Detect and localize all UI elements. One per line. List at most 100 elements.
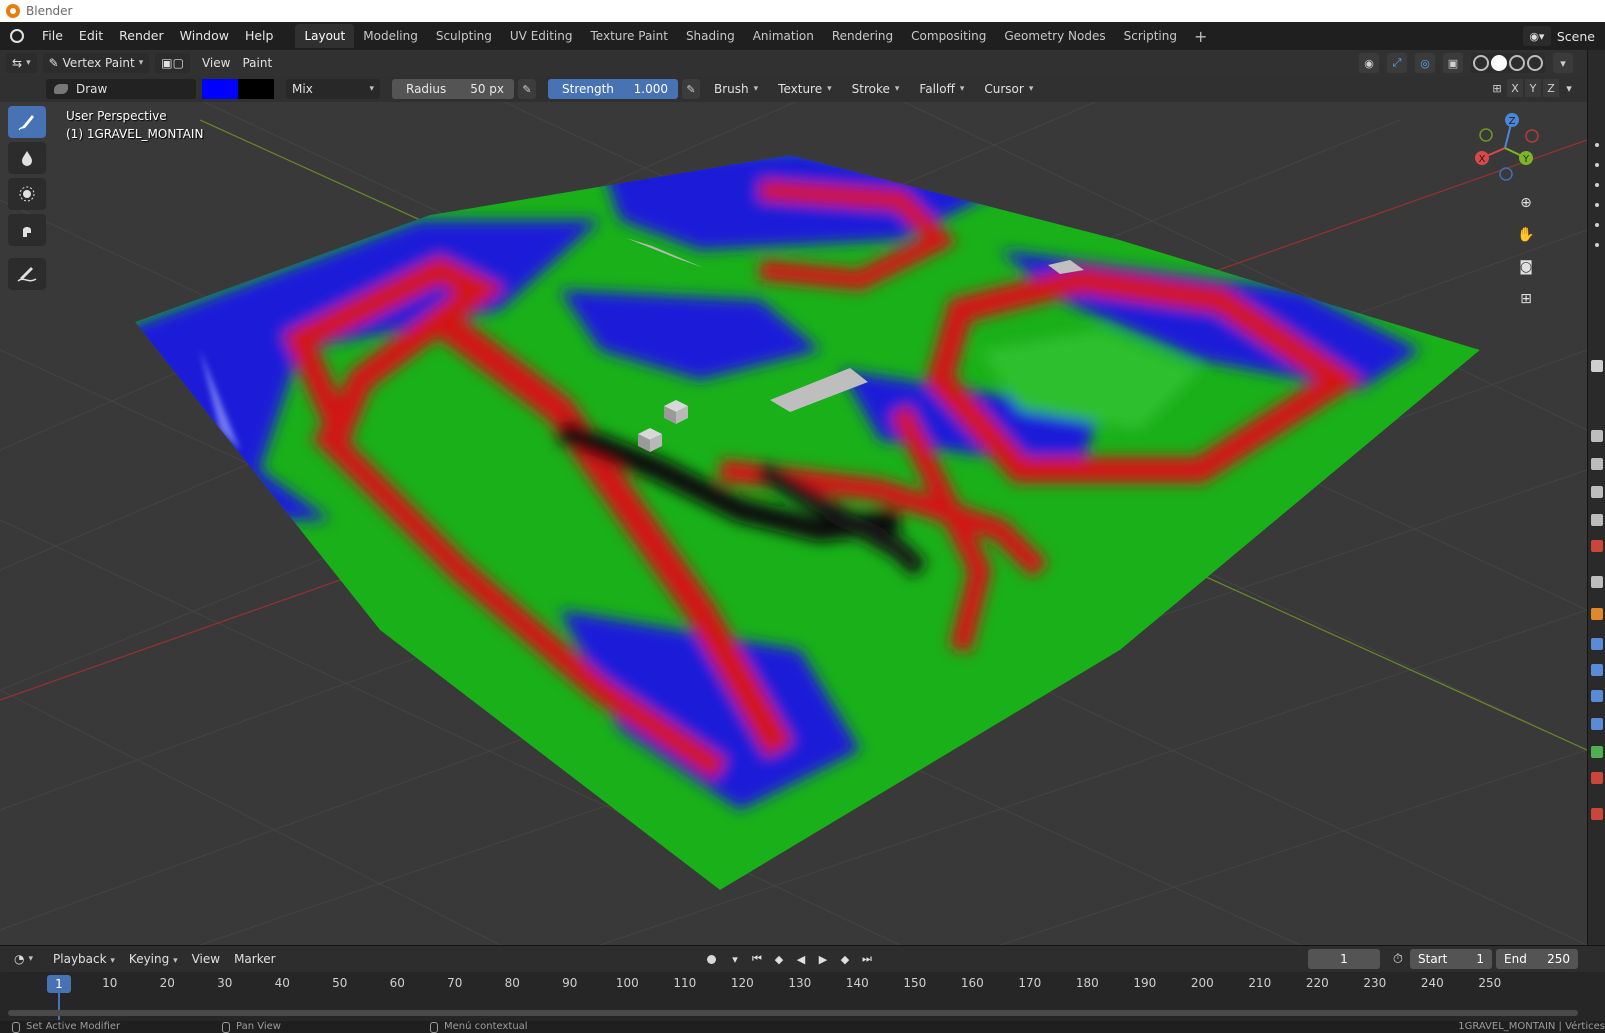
- timeline-menu-view[interactable]: View: [192, 952, 220, 966]
- menu-render[interactable]: Render: [111, 22, 172, 50]
- brush-selector[interactable]: Draw: [46, 79, 196, 99]
- view-layer-icon[interactable]: [1591, 486, 1603, 498]
- gizmo-toggle-icon[interactable]: ⤢: [1387, 53, 1407, 73]
- timeline-menu-keying[interactable]: Keying ▾: [129, 952, 178, 966]
- timeline-menu-playback[interactable]: Playback ▾: [53, 952, 115, 966]
- navigation-gizmo[interactable]: Z X Y: [1475, 113, 1539, 181]
- render-properties-icon[interactable]: [1591, 430, 1603, 442]
- mouse-middle-icon: [222, 1021, 230, 1033]
- play-icon[interactable]: ▶: [814, 949, 832, 969]
- mirror-x-button[interactable]: X: [1507, 79, 1523, 97]
- blender-app-icon: [6, 4, 20, 18]
- tab-uv-editing[interactable]: UV Editing: [501, 24, 582, 48]
- blur-drop-icon[interactable]: [8, 142, 46, 174]
- plus-icon[interactable]: +: [1186, 27, 1215, 46]
- blender-menu-icon[interactable]: [0, 22, 34, 50]
- constraints-icon[interactable]: [1591, 718, 1603, 730]
- menu-file[interactable]: File: [34, 22, 71, 50]
- frame-ruler[interactable]: 1 10 20 30 40 50 60 70 80 90 100 110 120 130 140 150 16…: [0, 972, 1605, 996]
- strength-slider[interactable]: Strength 1.000: [548, 79, 678, 99]
- tab-geometry-nodes[interactable]: Geometry Nodes: [995, 24, 1114, 48]
- end-frame-field[interactable]: End 250: [1496, 949, 1578, 969]
- solid-shading-icon[interactable]: [1491, 55, 1507, 71]
- smear-icon[interactable]: [8, 214, 46, 246]
- tab-compositing[interactable]: Compositing: [902, 24, 995, 48]
- current-frame-field[interactable]: 1: [1308, 949, 1380, 969]
- xray-icon[interactable]: ▣: [1443, 53, 1463, 73]
- texture-properties-icon[interactable]: [1591, 808, 1603, 820]
- timeline-editor-type-button[interactable]: ◔ ▾: [8, 949, 40, 969]
- overlays-icon[interactable]: ◎: [1415, 53, 1435, 73]
- strength-pressure-icon[interactable]: ✎: [682, 79, 700, 99]
- jump-end-icon[interactable]: ⏭: [858, 949, 876, 969]
- paint-mask-toggle[interactable]: ▣▢: [155, 53, 190, 73]
- annotate-icon[interactable]: [8, 258, 46, 290]
- falloff-dropdown[interactable]: Falloff ▾: [913, 79, 970, 99]
- object-properties-icon[interactable]: [1591, 608, 1603, 620]
- camera-icon[interactable]: ◙: [1512, 254, 1540, 280]
- radius-slider[interactable]: Radius 50 px: [392, 79, 514, 99]
- draw-brush-icon[interactable]: [8, 106, 46, 138]
- tab-rendering[interactable]: Rendering: [823, 24, 902, 48]
- wireframe-shading-icon[interactable]: [1473, 55, 1489, 71]
- primary-color-swatch[interactable]: [202, 79, 238, 99]
- jump-start-icon[interactable]: ⏮: [748, 949, 766, 969]
- radius-pressure-icon[interactable]: ✎: [518, 79, 536, 99]
- stroke-dropdown[interactable]: Stroke ▾: [846, 79, 906, 99]
- 3d-viewport[interactable]: Z X Y ⇆ ▾ ✎ Vertex Paint ▾ ▣▢ View Paint …: [0, 50, 1587, 945]
- blend-mode-select[interactable]: Mix ▾: [286, 79, 380, 99]
- next-keyframe-icon[interactable]: ◆: [836, 949, 854, 969]
- terrain-mesh[interactable]: [120, 150, 1480, 890]
- output-properties-icon[interactable]: [1591, 458, 1603, 470]
- object-data-icon[interactable]: [1591, 746, 1603, 758]
- scene-properties-icon[interactable]: [1591, 514, 1603, 526]
- modifier-properties-icon[interactable]: [1591, 638, 1603, 650]
- preview-range-icon[interactable]: ⏱: [1388, 949, 1408, 969]
- prev-keyframe-icon[interactable]: ◆: [770, 949, 788, 969]
- brush-dropdown[interactable]: Brush ▾: [708, 79, 764, 99]
- chevron-down-icon[interactable]: ▾: [726, 949, 744, 969]
- properties-strip[interactable]: [1587, 50, 1605, 945]
- tab-animation[interactable]: Animation: [744, 24, 823, 48]
- play-reverse-icon[interactable]: ◀: [792, 949, 810, 969]
- record-icon[interactable]: [700, 949, 722, 969]
- secondary-color-swatch[interactable]: [238, 79, 274, 99]
- menu-view[interactable]: View: [202, 56, 230, 70]
- mode-selector[interactable]: ✎ Vertex Paint ▾: [42, 53, 150, 73]
- tab-scripting[interactable]: Scripting: [1115, 24, 1186, 48]
- timeline-menu-marker[interactable]: Marker: [234, 952, 275, 966]
- tab-texture-paint[interactable]: Texture Paint: [582, 24, 677, 48]
- tab-sculpting[interactable]: Sculpting: [427, 24, 501, 48]
- texture-dropdown[interactable]: Texture ▾: [772, 79, 837, 99]
- particles-icon[interactable]: [1591, 664, 1603, 676]
- cursor-dropdown[interactable]: Cursor ▾: [978, 79, 1039, 99]
- tab-shading[interactable]: Shading: [677, 24, 744, 48]
- tab-modeling[interactable]: Modeling: [354, 24, 427, 48]
- tab-layout[interactable]: Layout: [295, 24, 355, 48]
- mirror-y-button[interactable]: Y: [1525, 79, 1541, 97]
- zoom-icon[interactable]: ⊕: [1512, 190, 1540, 216]
- current-frame-marker[interactable]: 1: [47, 975, 71, 993]
- chevron-down-icon[interactable]: ▾: [1561, 79, 1577, 97]
- menu-paint[interactable]: Paint: [242, 56, 272, 70]
- start-frame-field[interactable]: Start 1: [1410, 949, 1492, 969]
- menu-edit[interactable]: Edit: [71, 22, 111, 50]
- rendered-shading-icon[interactable]: [1527, 55, 1543, 71]
- shading-options-icon[interactable]: ▾: [1553, 53, 1573, 73]
- collection-properties-icon[interactable]: [1591, 576, 1603, 588]
- scene-selector[interactable]: ◉▾ Scene: [1522, 22, 1605, 50]
- mirror-z-button[interactable]: Z: [1543, 79, 1559, 97]
- tool-properties-icon[interactable]: [1591, 360, 1603, 372]
- physics-icon[interactable]: [1591, 690, 1603, 702]
- material-properties-icon[interactable]: [1591, 772, 1603, 784]
- editor-type-button[interactable]: ⇆ ▾: [6, 53, 37, 73]
- menu-window[interactable]: Window: [172, 22, 237, 50]
- average-icon[interactable]: [8, 178, 46, 210]
- visibility-icon[interactable]: ◉: [1359, 53, 1379, 73]
- world-properties-icon[interactable]: [1591, 540, 1603, 552]
- pan-hand-icon[interactable]: ✋: [1512, 222, 1540, 248]
- menu-help[interactable]: Help: [237, 22, 282, 50]
- perspective-grid-icon[interactable]: ⊞: [1512, 286, 1540, 312]
- timeline-scrollbar[interactable]: [8, 1010, 1578, 1016]
- material-shading-icon[interactable]: [1509, 55, 1525, 71]
